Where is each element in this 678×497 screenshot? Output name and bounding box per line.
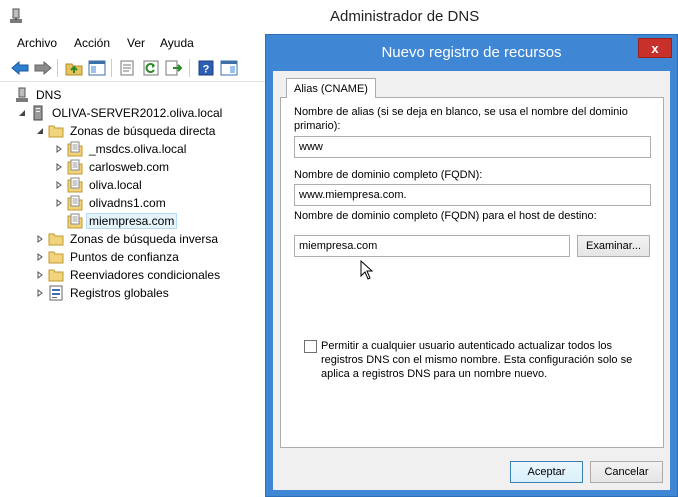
svg-text:?: ? — [203, 64, 210, 76]
folder-icon — [48, 249, 64, 265]
menu-accion[interactable]: Acción — [74, 36, 110, 50]
zone-file-icon — [67, 159, 83, 175]
folder-icon — [48, 231, 64, 247]
main-titlebar: Administrador de DNS — [0, 0, 678, 33]
tree-label-dns: DNS — [36, 88, 62, 102]
console-tree-icon[interactable] — [87, 58, 107, 78]
show-pane-icon[interactable] — [219, 58, 239, 78]
ok-button[interactable]: Aceptar — [510, 461, 583, 483]
tree-label-conditional-forwarders: Reenviadores condicionales — [70, 268, 221, 282]
tree-label-forward-zones: Zonas de búsqueda directa — [70, 124, 216, 138]
window-title: Administrador de DNS — [330, 8, 480, 25]
tab-panel: Nombre de alias (si se deja en blanco, s… — [280, 97, 664, 448]
tree-item-zone[interactable]: oliva.local — [54, 176, 144, 194]
event-log-icon — [48, 285, 64, 301]
tree-label-zone: carlosweb.com — [89, 160, 170, 174]
collapsed-arrow-icon[interactable] — [54, 198, 64, 208]
alias-input[interactable] — [294, 136, 651, 158]
collapsed-arrow-icon[interactable] — [35, 252, 45, 262]
zone-file-icon — [67, 195, 83, 211]
menu-archivo[interactable]: Archivo — [17, 36, 57, 50]
menu-ayuda[interactable]: Ayuda — [160, 36, 194, 50]
allow-update-checkbox-label: Permitir a cualquier usuario autenticado… — [321, 340, 633, 380]
tree-item-reverse-zones[interactable]: Zonas de búsqueda inversa — [35, 230, 220, 248]
tree-item-global-logs[interactable]: Registros globales — [35, 284, 171, 302]
collapsed-arrow-icon[interactable] — [35, 270, 45, 280]
tree-item-zone-selected[interactable]: miempresa.com — [67, 212, 178, 230]
export-list-icon[interactable] — [164, 58, 184, 78]
fqdn-label: Nombre de dominio completo (FQDN): — [294, 169, 483, 181]
allow-update-checkbox[interactable] — [304, 340, 317, 353]
menu-ver[interactable]: Ver — [127, 36, 145, 50]
dialog-titlebar[interactable]: Nuevo registro de recursos x — [266, 35, 677, 71]
tree-label-global-logs: Registros globales — [70, 286, 169, 300]
browse-button[interactable]: Examinar... — [577, 235, 650, 257]
fqdn-field — [294, 184, 651, 206]
tree-item-forward-zones[interactable]: Zonas de búsqueda directa — [35, 122, 217, 140]
expanded-arrow-icon[interactable] — [35, 126, 45, 136]
close-button[interactable]: x — [638, 38, 672, 58]
tree-item-dns[interactable]: DNS — [14, 86, 63, 104]
collapsed-arrow-icon[interactable] — [54, 144, 64, 154]
dialog-body: Alias (CNAME) Nombre de alias (si se dej… — [273, 71, 670, 490]
close-icon: x — [651, 40, 659, 56]
tree-label-trust-points: Puntos de confianza — [70, 250, 179, 264]
tree-label-zone: olivadns1.com — [89, 196, 166, 210]
tree-label-zone: oliva.local — [89, 178, 142, 192]
cancel-button[interactable]: Cancelar — [590, 461, 663, 483]
dialog-title: Nuevo registro de recursos — [381, 44, 562, 61]
target-host-label: Nombre de dominio completo (FQDN) para e… — [294, 210, 597, 222]
server-icon — [30, 105, 46, 121]
properties-icon[interactable] — [117, 58, 137, 78]
folder-icon — [48, 267, 64, 283]
forward-arrow-icon[interactable] — [33, 58, 53, 78]
tree-item-zone[interactable]: carlosweb.com — [54, 158, 171, 176]
tree-label-zone: miempresa.com — [85, 213, 178, 229]
refresh-icon[interactable] — [141, 58, 161, 78]
tree-item-trust-points[interactable]: Puntos de confianza — [35, 248, 181, 266]
tree-label-zone: _msdcs.oliva.local — [89, 142, 187, 156]
new-resource-record-dialog: Nuevo registro de recursos x Alias (CNAM… — [265, 34, 678, 497]
folder-icon — [48, 123, 64, 139]
folder-up-icon[interactable] — [64, 58, 84, 78]
dns-root-icon — [14, 87, 30, 103]
tree-item-server[interactable]: OLIVA-SERVER2012.oliva.local — [17, 104, 224, 122]
console-tree: DNS OLIVA-SERVER2012.oliva.local Zonas d… — [0, 83, 265, 497]
collapsed-arrow-icon[interactable] — [54, 162, 64, 172]
zone-file-icon — [67, 177, 83, 193]
mouse-cursor-icon — [360, 259, 374, 280]
alias-label: Nombre de alias (si se deja en blanco, s… — [294, 106, 628, 132]
tree-item-conditional-forwarders[interactable]: Reenviadores condicionales — [35, 266, 222, 284]
zone-file-icon — [67, 213, 83, 229]
target-host-input[interactable] — [294, 235, 570, 257]
tree-label-server: OLIVA-SERVER2012.oliva.local — [52, 106, 223, 120]
tab-alias-cname[interactable]: Alias (CNAME) — [286, 78, 376, 98]
collapsed-arrow-icon[interactable] — [35, 288, 45, 298]
expanded-arrow-icon[interactable] — [17, 108, 27, 118]
tree-label-reverse-zones: Zonas de búsqueda inversa — [70, 232, 219, 246]
collapsed-arrow-icon[interactable] — [54, 180, 64, 190]
help-icon[interactable]: ? — [196, 58, 216, 78]
dns-app-icon — [9, 8, 23, 24]
back-arrow-icon[interactable] — [10, 58, 30, 78]
zone-file-icon — [67, 141, 83, 157]
tree-item-zone[interactable]: olivadns1.com — [54, 194, 168, 212]
tree-item-zone[interactable]: _msdcs.oliva.local — [54, 140, 188, 158]
collapsed-arrow-icon[interactable] — [35, 234, 45, 244]
